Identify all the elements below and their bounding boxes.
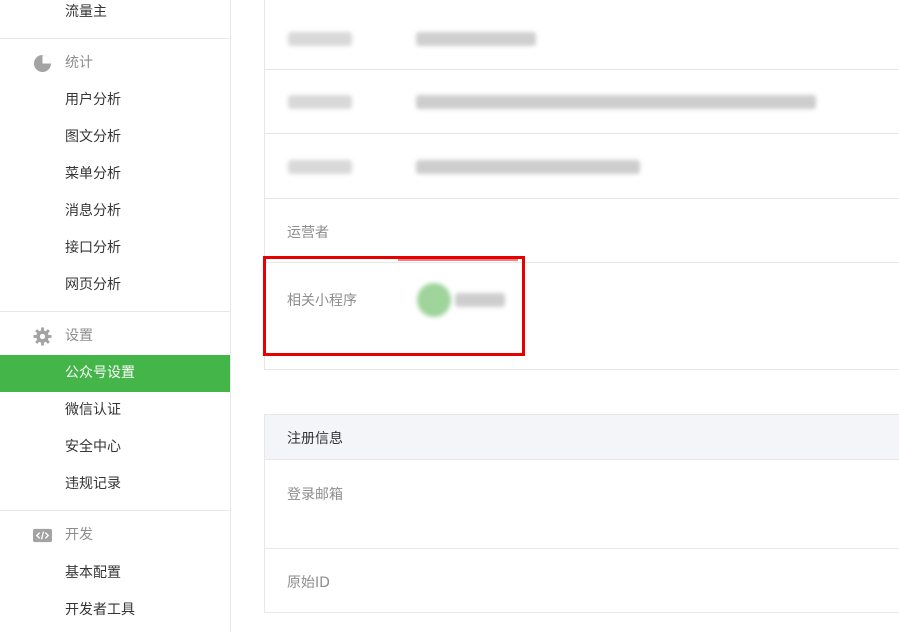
original-id-label: 原始ID bbox=[287, 575, 330, 591]
annotation-highlight-box bbox=[263, 256, 525, 356]
sidebar-item-violation-records[interactable]: 违规记录 bbox=[0, 466, 230, 503]
gear-icon bbox=[33, 327, 52, 346]
sidebar-divider bbox=[0, 311, 230, 312]
sidebar-item-account-settings[interactable]: 公众号设置 bbox=[0, 355, 230, 392]
sidebar-item-basic-config[interactable]: 基本配置 bbox=[0, 555, 230, 592]
redacted-value bbox=[416, 160, 640, 174]
sidebar-item-message-analysis[interactable]: 消息分析 bbox=[0, 193, 230, 230]
redacted-value bbox=[416, 95, 816, 109]
operator-row bbox=[264, 198, 899, 262]
sidebar-divider bbox=[0, 510, 230, 511]
redacted-label bbox=[288, 160, 352, 174]
sidebar-item-developer-tools[interactable]: 开发者工具 bbox=[0, 592, 230, 629]
original-id-row bbox=[264, 548, 899, 613]
sidebar: 流量主 统计 用户分析 图文分析 菜单分析 消息分析 接口分析 网页分析 设置 … bbox=[0, 0, 231, 632]
sidebar-item-wechat-verification[interactable]: 微信认证 bbox=[0, 392, 230, 429]
info-row bbox=[264, 5, 899, 69]
sidebar-divider bbox=[0, 38, 230, 39]
registration-title: 注册信息 bbox=[287, 431, 343, 447]
sidebar-group-title: 开发 bbox=[65, 527, 93, 543]
login-email-label: 登录邮箱 bbox=[287, 487, 343, 503]
sidebar-group-title: 统计 bbox=[65, 55, 93, 71]
sidebar-group-development: 开发 bbox=[0, 517, 230, 554]
pie-chart-icon bbox=[33, 54, 52, 73]
sidebar-item-traffic-owner[interactable]: 流量主 bbox=[0, 0, 230, 31]
sidebar-group-statistics: 统计 bbox=[0, 45, 230, 82]
sidebar-item-api-analysis[interactable]: 接口分析 bbox=[0, 230, 230, 267]
sidebar-item-security-center[interactable]: 安全中心 bbox=[0, 429, 230, 466]
redacted-label bbox=[288, 32, 352, 46]
sidebar-item-menu-analysis[interactable]: 菜单分析 bbox=[0, 156, 230, 193]
code-icon bbox=[33, 528, 52, 543]
sidebar-item-webpage-analysis[interactable]: 网页分析 bbox=[0, 267, 230, 304]
redacted-label bbox=[288, 95, 352, 109]
redacted-value bbox=[416, 32, 536, 46]
operator-label: 运营者 bbox=[287, 225, 329, 241]
sidebar-group-title: 设置 bbox=[65, 328, 93, 344]
sidebar-item-article-analysis[interactable]: 图文分析 bbox=[0, 119, 230, 156]
registration-header bbox=[264, 414, 899, 460]
sidebar-group-settings: 设置 bbox=[0, 318, 230, 355]
login-email-row bbox=[264, 460, 899, 548]
sidebar-item-user-analysis[interactable]: 用户分析 bbox=[0, 82, 230, 119]
